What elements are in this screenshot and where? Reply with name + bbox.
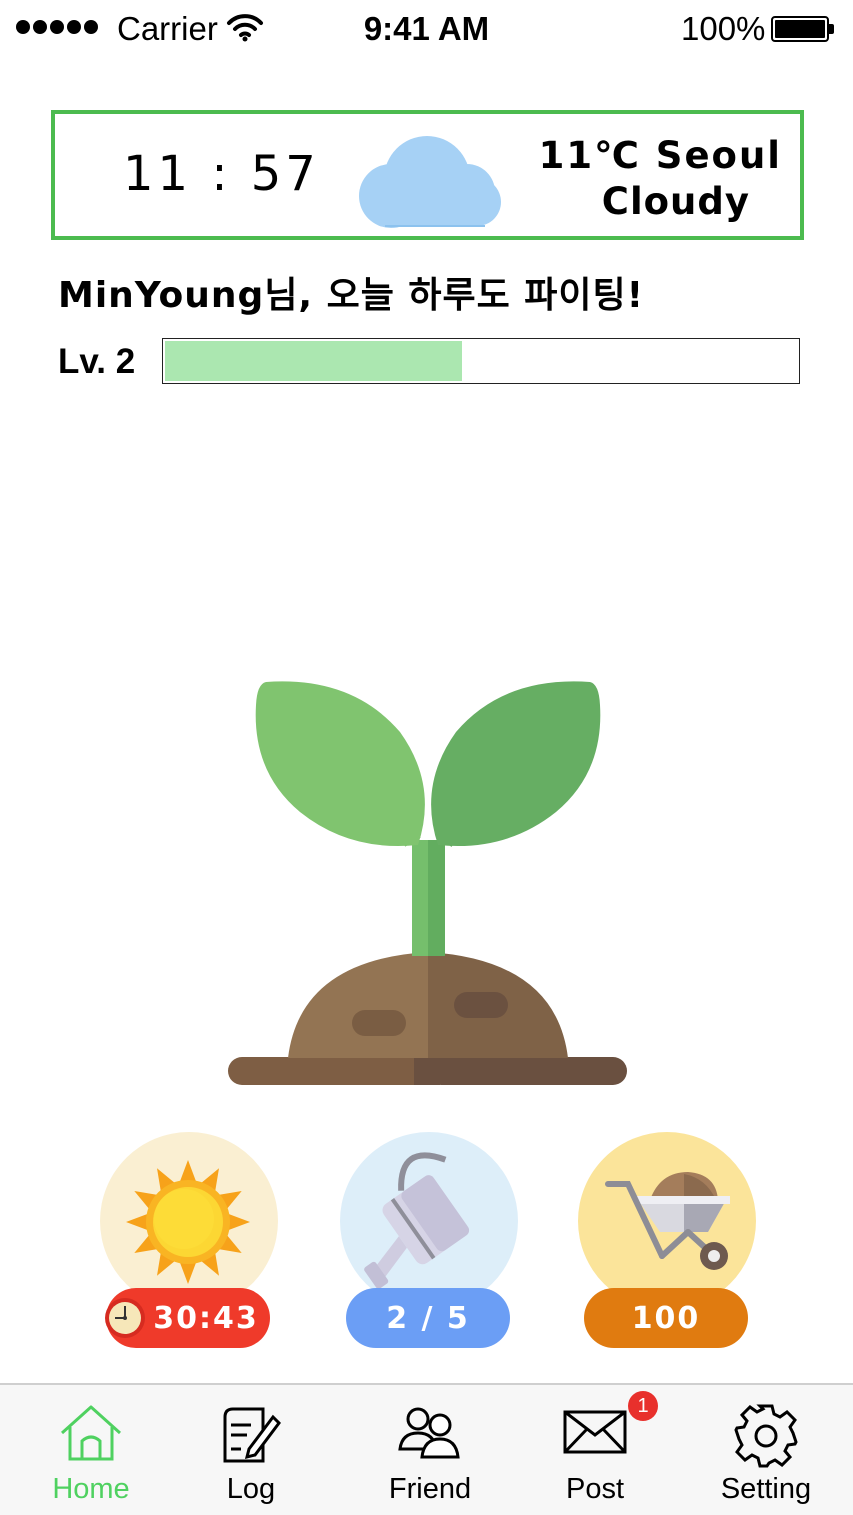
- clock-time: 11 : 57: [123, 146, 320, 202]
- fertilizer-count-badge: 100: [584, 1288, 748, 1348]
- temperature-label: 11℃ Seoul: [538, 134, 782, 177]
- clock-icon: [105, 1298, 146, 1338]
- tab-setting-label: Setting: [720, 1473, 812, 1505]
- tab-setting[interactable]: Setting: [681, 1385, 851, 1515]
- status-bar: Carrier 9:41 AM 100%: [0, 0, 853, 62]
- tab-home-label: Home: [52, 1473, 130, 1505]
- post-notification-badge: 1: [628, 1391, 658, 1421]
- home-icon: [60, 1405, 122, 1461]
- greeting-text: MinYoung님, 오늘 하루도 파이팅!: [58, 275, 645, 316]
- water-count-text: 2 / 5: [386, 1300, 470, 1336]
- battery-icon: [771, 16, 829, 42]
- water-action[interactable]: 2 / 5: [340, 1132, 520, 1352]
- sun-icon: [126, 1160, 250, 1284]
- fertilizer-action[interactable]: 100: [578, 1132, 758, 1352]
- friend-icon: [398, 1407, 460, 1459]
- tab-friend-label: Friend: [388, 1473, 472, 1505]
- sunlight-action[interactable]: 30:43: [100, 1132, 280, 1352]
- tab-bar: Home Log Friend Post Setting: [0, 1383, 853, 1515]
- battery-percent: 100%: [681, 10, 766, 47]
- level-label: Lv. 2: [58, 342, 136, 381]
- battery-tip: [829, 24, 834, 34]
- tab-home[interactable]: Home: [6, 1385, 176, 1515]
- tab-friend[interactable]: Friend: [345, 1385, 515, 1515]
- mail-icon: [563, 1410, 627, 1454]
- level-progress-fill: [165, 341, 463, 381]
- weather-panel: 11 : 57 11℃ Seoul Cloudy: [51, 110, 804, 240]
- sunlight-timer-text: 30:43: [153, 1300, 259, 1336]
- log-icon: [223, 1407, 281, 1463]
- level-progress-bar: [162, 338, 800, 384]
- sprout-illustration: [228, 681, 627, 1085]
- tab-log[interactable]: Log: [166, 1385, 336, 1515]
- gear-icon: [734, 1404, 798, 1468]
- tab-log-label: Log: [226, 1473, 276, 1505]
- watering-can-icon: [364, 1152, 470, 1289]
- tab-post-label: Post: [565, 1473, 625, 1505]
- cloud-icon: [359, 136, 501, 228]
- wheelbarrow-icon: [605, 1172, 730, 1270]
- sunlight-timer-badge: 30:43: [105, 1288, 270, 1348]
- weather-condition: Cloudy: [601, 180, 750, 223]
- water-count-badge: 2 / 5: [346, 1288, 510, 1348]
- fertilizer-count-text: 100: [631, 1300, 701, 1336]
